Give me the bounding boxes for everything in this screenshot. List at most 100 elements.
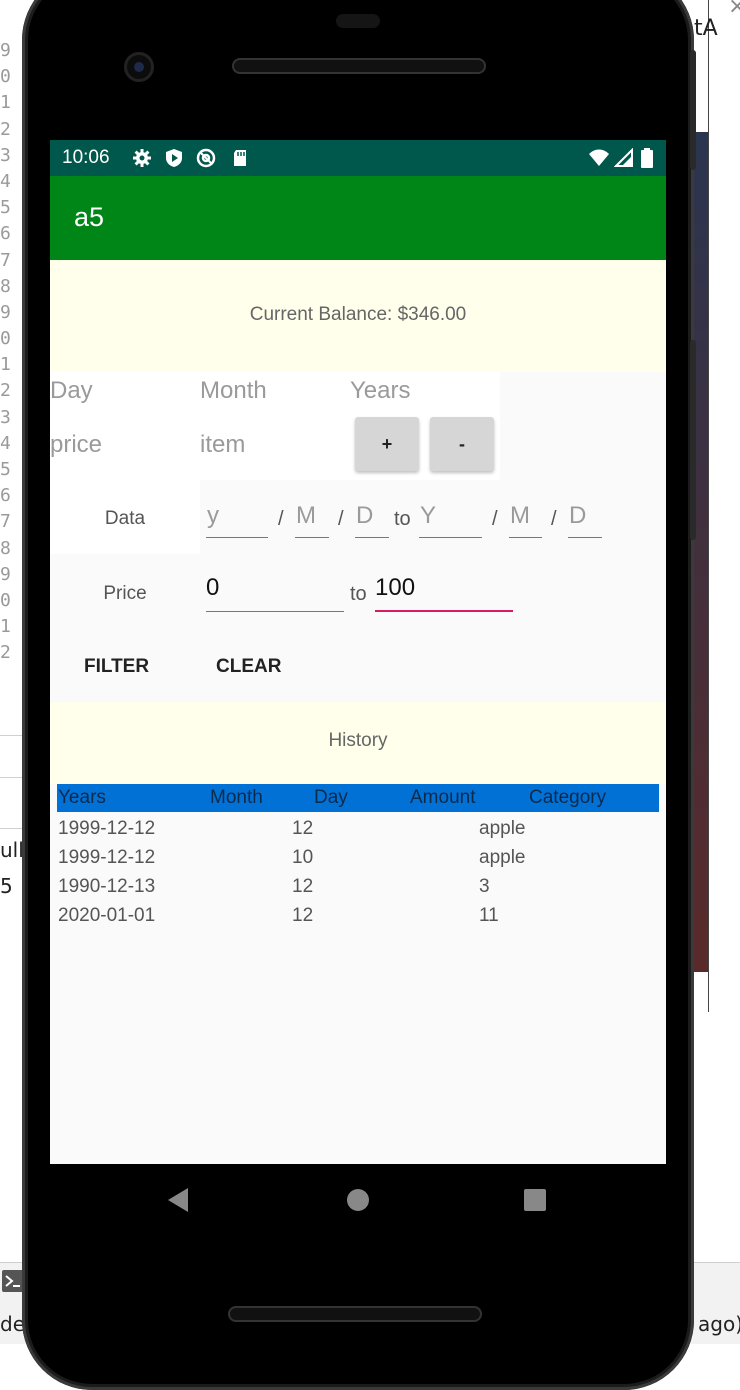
add-button[interactable]: + bbox=[355, 417, 419, 471]
line-number: 1 bbox=[0, 354, 11, 376]
balance-panel: Current Balance: $346.00 bbox=[50, 260, 666, 372]
to-month-input[interactable]: M bbox=[509, 502, 542, 538]
line-number: 2 bbox=[0, 380, 11, 402]
line-number: 2 bbox=[0, 642, 11, 664]
front-camera bbox=[124, 52, 154, 82]
signal-icon bbox=[614, 148, 633, 167]
from-day-input[interactable]: D bbox=[355, 502, 389, 538]
row-category: apple bbox=[479, 847, 526, 868]
back-icon[interactable] bbox=[168, 1188, 188, 1212]
ide-code-fragment: ull bbox=[0, 838, 24, 862]
column-header-amount: Amount bbox=[410, 787, 476, 808]
line-number: 7 bbox=[0, 249, 11, 271]
date-to-label: to bbox=[394, 508, 411, 530]
line-number: 6 bbox=[0, 485, 11, 507]
line-number: 4 bbox=[0, 170, 11, 192]
battery-icon bbox=[641, 148, 653, 168]
line-number: 0 bbox=[0, 589, 11, 611]
date-separator: / bbox=[492, 508, 498, 530]
day-input[interactable]: Day bbox=[50, 377, 93, 405]
ide-right-panel bbox=[708, 0, 740, 1012]
row-category: 11 bbox=[479, 905, 499, 926]
month-input[interactable]: Month bbox=[200, 377, 267, 405]
bottom-speaker bbox=[228, 1306, 482, 1322]
navigation-bar bbox=[50, 1164, 666, 1236]
date-separator: / bbox=[551, 508, 557, 530]
row-amount: 12 bbox=[292, 905, 314, 926]
line-number: 9 bbox=[0, 563, 11, 585]
row-amount: 10 bbox=[292, 847, 314, 868]
row-date: 1999-12-12 bbox=[58, 847, 156, 868]
ide-code-fragment: tA bbox=[694, 16, 718, 41]
date-filter-label: Data bbox=[104, 508, 146, 529]
row-date: 1999-12-12 bbox=[58, 818, 156, 839]
years-input[interactable]: Years bbox=[350, 377, 411, 405]
column-header-day: Day bbox=[314, 787, 348, 808]
line-number: 5 bbox=[0, 459, 11, 480]
line-number: 2 bbox=[0, 118, 11, 140]
row-amount: 12 bbox=[292, 818, 314, 839]
terminal-icon[interactable] bbox=[2, 1270, 24, 1292]
column-header-category: Category bbox=[529, 787, 607, 808]
price-min-input[interactable]: 0 bbox=[206, 574, 344, 612]
row-amount: 12 bbox=[292, 876, 314, 897]
phone-screen: 10:06 a5 Current Balance: $346.00 Day Mo… bbox=[50, 140, 666, 1164]
column-header-month: Month bbox=[210, 787, 263, 808]
line-number: 0 bbox=[0, 328, 11, 350]
line-number: 8 bbox=[0, 275, 11, 297]
item-input[interactable]: item bbox=[200, 431, 245, 459]
earpiece-speaker bbox=[232, 58, 486, 74]
price-input[interactable]: price bbox=[50, 431, 102, 459]
clear-button[interactable]: CLEAR bbox=[216, 656, 281, 678]
line-number: 3 bbox=[0, 144, 11, 166]
status-time: 10:06 bbox=[62, 147, 110, 168]
to-year-input[interactable]: Y bbox=[419, 502, 482, 538]
at-sign-icon bbox=[196, 148, 216, 168]
shield-play-icon bbox=[166, 149, 182, 167]
line-number: 1 bbox=[0, 92, 11, 114]
history-title: History bbox=[328, 730, 388, 751]
wifi-icon bbox=[589, 149, 609, 166]
row-date: 1990-12-13 bbox=[58, 876, 156, 897]
line-number: 9 bbox=[0, 40, 11, 61]
history-table-header: Years Month Day Amount Category bbox=[57, 784, 659, 812]
app-bar: a5 bbox=[50, 176, 666, 260]
from-year-input[interactable]: y bbox=[206, 502, 268, 538]
close-icon[interactable]: × bbox=[728, 0, 740, 19]
row-category: 3 bbox=[479, 876, 490, 897]
ide-code-fragment: 5 bbox=[0, 874, 13, 898]
column-header-years: Years bbox=[58, 787, 106, 808]
volume-button[interactable] bbox=[690, 340, 696, 540]
subtract-button[interactable]: - bbox=[430, 417, 494, 471]
line-number: 4 bbox=[0, 432, 11, 454]
row-date: 2020-01-01 bbox=[58, 905, 156, 926]
price-filter-label: Price bbox=[103, 583, 147, 604]
status-bar: 10:06 bbox=[50, 140, 666, 176]
price-to-label: to bbox=[350, 583, 367, 605]
line-number: 1 bbox=[0, 616, 11, 638]
line-number: 7 bbox=[0, 511, 11, 533]
price-max-input[interactable]: 100 bbox=[375, 574, 513, 612]
top-slot bbox=[336, 14, 380, 28]
line-number: 0 bbox=[0, 66, 11, 88]
filter-button[interactable]: FILTER bbox=[84, 656, 149, 678]
line-number: 5 bbox=[0, 197, 11, 219]
current-balance: Current Balance: $346.00 bbox=[249, 304, 467, 325]
recents-icon[interactable] bbox=[524, 1189, 546, 1211]
row-category: apple bbox=[479, 818, 526, 839]
from-month-input[interactable]: M bbox=[295, 502, 329, 538]
gear-icon bbox=[133, 149, 151, 167]
line-number: 9 bbox=[0, 301, 11, 323]
power-button[interactable] bbox=[690, 50, 696, 170]
to-day-input[interactable]: D bbox=[568, 502, 602, 538]
history-panel: History bbox=[50, 702, 666, 784]
line-number: 8 bbox=[0, 537, 11, 559]
ide-preview-strip bbox=[692, 132, 708, 972]
app-title: a5 bbox=[74, 202, 105, 232]
line-number: 3 bbox=[0, 406, 11, 428]
ide-line-gutter: 9 0 1 2 3 4 5 6 7 8 9 0 1 2 3 4 5 6 7 8 … bbox=[0, 40, 22, 669]
home-icon[interactable] bbox=[347, 1189, 369, 1211]
date-separator: / bbox=[338, 508, 344, 530]
ide-status-fragment: ago) bbox=[698, 1312, 740, 1336]
date-separator: / bbox=[278, 508, 284, 530]
